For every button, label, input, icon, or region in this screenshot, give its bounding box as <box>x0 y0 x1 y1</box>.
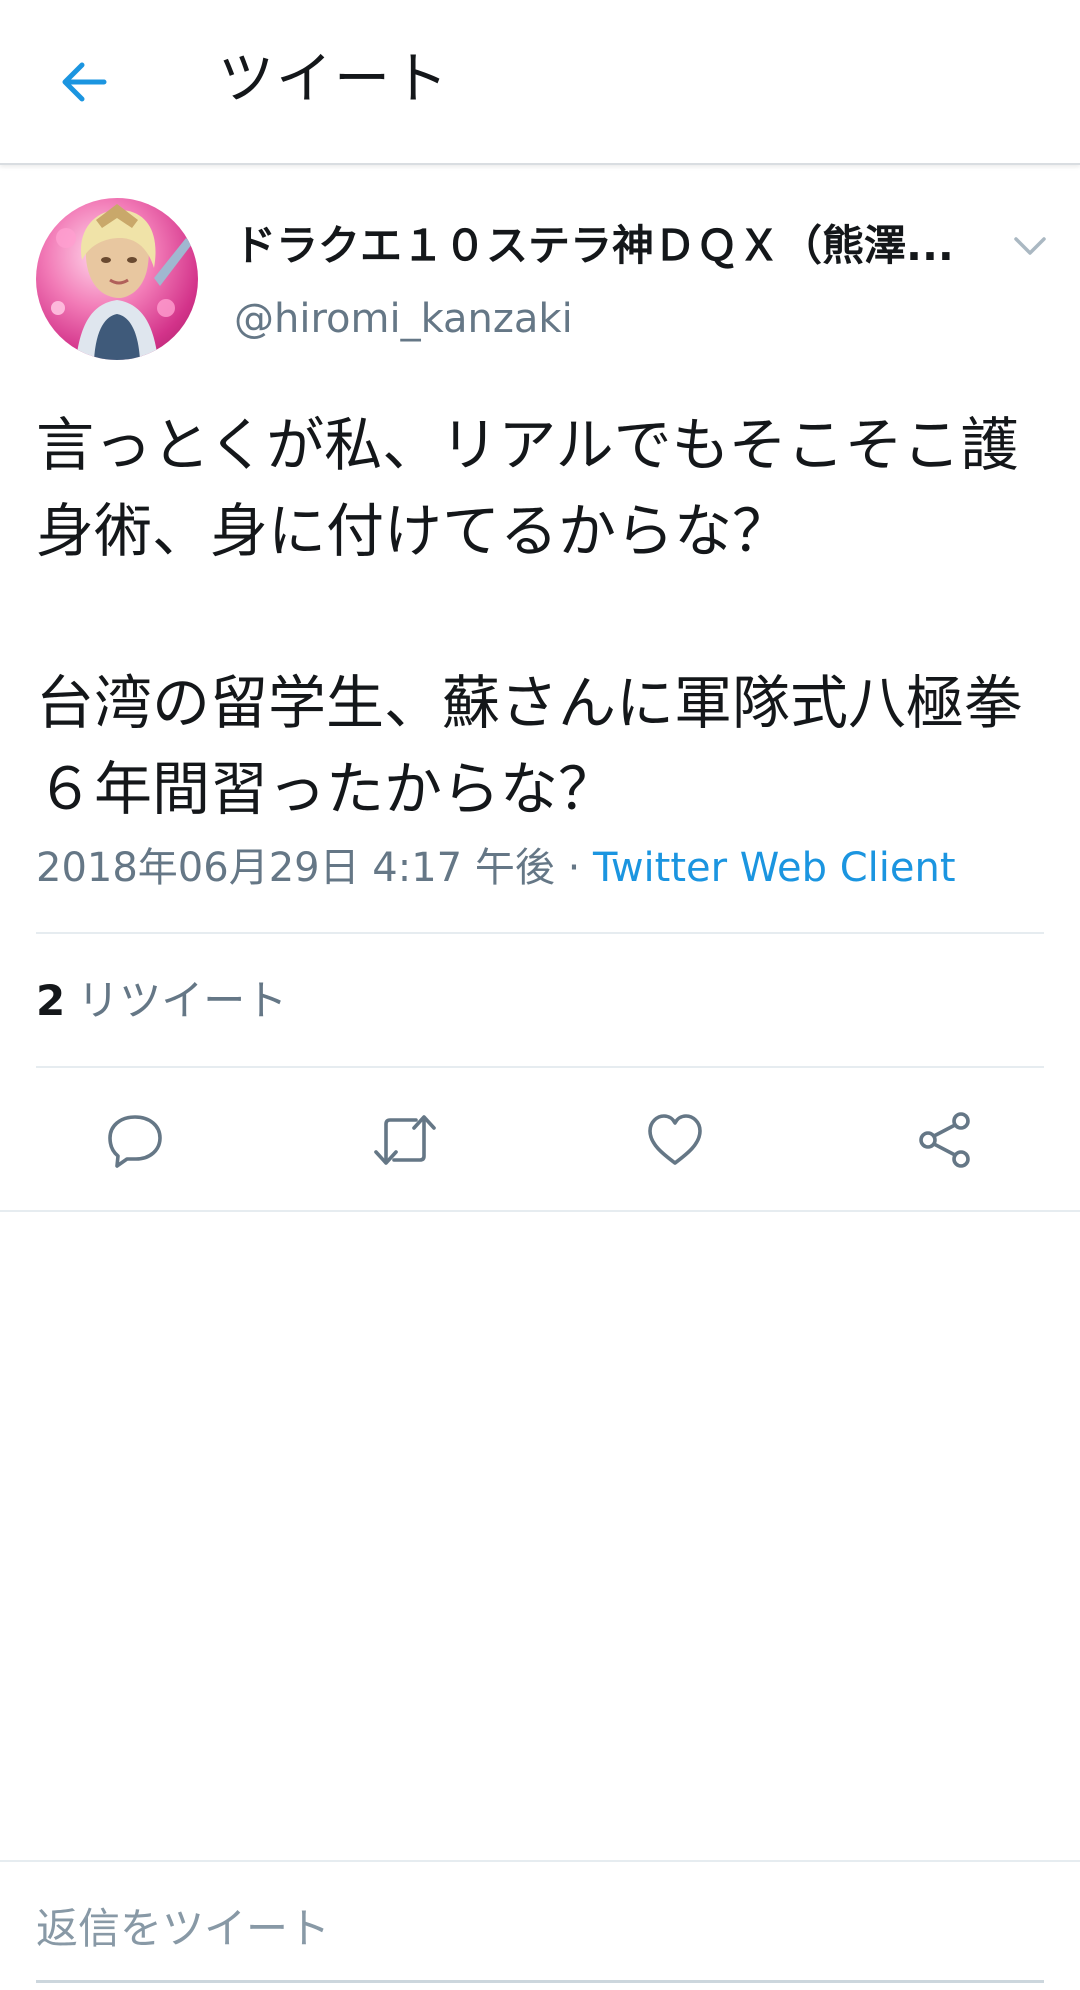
back-button[interactable] <box>52 50 116 114</box>
tweet-text: 言っとくが私、リアルでもそこそこ護身術、身に付けてるからな？ 台湾の留学生、蘇さ… <box>36 411 1023 823</box>
divider <box>0 1860 1080 1862</box>
tweet-client-link[interactable]: Twitter Web Client <box>593 845 956 891</box>
tweet-action-bar <box>0 1070 1080 1210</box>
author-display-name[interactable]: ドラクエ１０ステラ神ＤＱＸ（熊澤... <box>234 218 974 274</box>
tweet-meta: 2018年06月29日 4:17 午後 · Twitter Web Client <box>36 840 956 896</box>
chevron-down-icon <box>1014 237 1046 255</box>
reply-input[interactable]: 返信をツイート <box>36 1900 330 1958</box>
avatar[interactable] <box>36 198 198 360</box>
retweet-icon <box>374 1115 436 1165</box>
divider <box>0 1210 1080 1212</box>
divider <box>36 1066 1044 1068</box>
tweet-options-button[interactable] <box>1010 226 1050 266</box>
reply-icon <box>108 1115 162 1168</box>
like-button[interactable] <box>635 1100 715 1180</box>
retweet-count-number: 2 <box>36 976 66 1025</box>
reply-input-underline <box>36 1980 1044 1983</box>
avatar-image <box>51 204 192 360</box>
retweet-count-label: リツイート <box>77 976 288 1025</box>
author-handle[interactable]: @hiromi_kanzaki <box>234 292 573 346</box>
retweet-count-link[interactable]: 2 リツイート <box>36 972 287 1030</box>
divider <box>36 932 1044 934</box>
meta-separator: · <box>567 845 581 891</box>
top-app-bar: ツイート <box>0 0 1080 165</box>
share-icon <box>919 1112 970 1168</box>
arrow-left-icon <box>62 62 107 102</box>
heart-icon <box>648 1114 702 1165</box>
share-button[interactable] <box>905 1100 985 1180</box>
tweet-timestamp[interactable]: 2018年06月29日 4:17 午後 <box>36 845 555 891</box>
reply-button[interactable] <box>95 1100 175 1180</box>
page-title: ツイート <box>218 47 450 112</box>
retweet-button[interactable] <box>365 1100 445 1180</box>
